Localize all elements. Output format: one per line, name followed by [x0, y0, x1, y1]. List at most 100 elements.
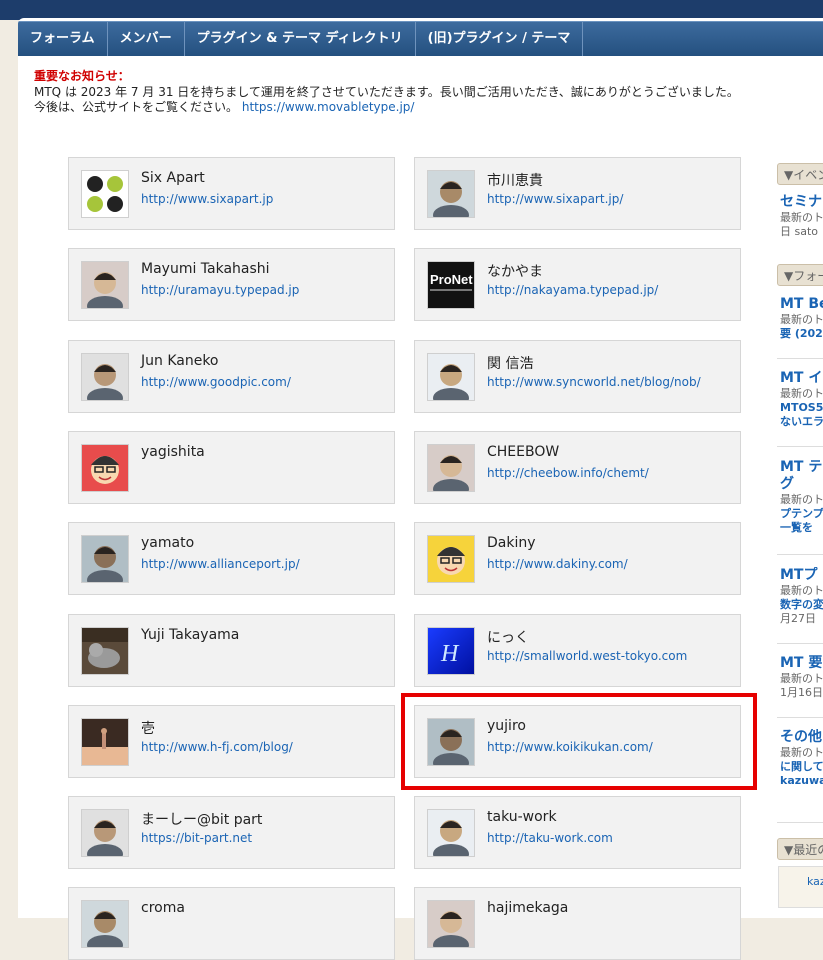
member-name[interactable]: Six Apart	[141, 170, 205, 186]
member-card: Six Apart http://www.sixapart.jp	[68, 157, 395, 230]
sidebar-post-title[interactable]: MT Be	[780, 296, 823, 313]
sidebar-post-link-2[interactable]: ないエラ	[780, 415, 823, 429]
sidebar-post-link[interactable]: プテンプ	[780, 507, 823, 521]
svg-text:ProNet: ProNet	[430, 272, 473, 287]
member-url[interactable]: http://www.koikikukan.com/	[487, 740, 653, 754]
member-card: 壱 http://www.h-fj.com/blog/	[68, 704, 395, 778]
portrait-icon[interactable]	[427, 352, 475, 401]
cartoon-avatar-icon[interactable]	[81, 443, 129, 492]
sidebar-event-title[interactable]: セミナ	[780, 194, 823, 211]
sidebar-post-title[interactable]: MT イ	[780, 370, 823, 387]
portrait-icon[interactable]	[81, 352, 129, 401]
member-name[interactable]: Yuji Takayama	[141, 627, 239, 643]
h-letter-icon[interactable]: H	[427, 626, 475, 675]
member-url[interactable]: http://www.sixapart.jp	[141, 192, 273, 206]
sidebar-post-title[interactable]: MTプ	[780, 567, 823, 584]
member-name[interactable]: にっく	[487, 627, 529, 647]
important-notice: 重要なお知らせ： MTQ は 2023 年 7 月 31 日を持ちまして運用を終…	[34, 69, 739, 116]
sidebar-post-link[interactable]: に関して	[780, 760, 823, 774]
member-url[interactable]: http://www.sixapart.jp/	[487, 192, 623, 206]
portrait-icon[interactable]	[427, 443, 475, 492]
sidebar-post-link-2[interactable]: kazuwa	[780, 774, 823, 788]
member-card: 関 信浩 http://www.syncworld.net/blog/nob/	[414, 339, 741, 413]
sidebar-post-link[interactable]: MTOS5	[780, 401, 823, 415]
sidebar-divider	[777, 643, 823, 644]
portrait-icon[interactable]	[81, 809, 129, 858]
member-card: Yuji Takayama	[68, 613, 395, 687]
sidebar-post-meta: 最新のト	[780, 584, 823, 597]
member-url[interactable]: http://smallworld.west-tokyo.com	[487, 649, 687, 663]
portrait-icon[interactable]	[81, 900, 129, 949]
portrait-icon[interactable]	[81, 535, 129, 584]
member-name[interactable]: 関 信浩	[487, 353, 533, 373]
sidebar-event: セミナ 最新のト 日 sato	[780, 194, 823, 239]
member-card: yagishita	[68, 430, 395, 504]
sidebar-forum-heading[interactable]: ▼フォーラム	[777, 264, 823, 286]
sidebar-post-link-2[interactable]: 一覧を	[780, 521, 823, 535]
sidebar-post: MT 要 最新のト 1月16日	[780, 655, 823, 700]
member-name[interactable]: yujiro	[487, 718, 526, 734]
sidebar-post-title[interactable]: MT 要	[780, 655, 823, 672]
member-url[interactable]: http://www.goodpic.com/	[141, 375, 291, 389]
member-card: H にっく http://smallworld.west-tokyo.com	[414, 613, 741, 687]
cartoon-avatar-icon[interactable]	[427, 535, 475, 584]
member-url[interactable]: http://www.syncworld.net/blog/nob/	[487, 375, 701, 389]
member-name[interactable]: yagishita	[141, 444, 205, 460]
sidebar-recent-heading[interactable]: ▼最近の	[777, 838, 823, 860]
sidebar-events-heading[interactable]: ▼イベント	[777, 163, 823, 185]
sidebar-post-date: 1月16日	[780, 686, 823, 699]
portrait-icon[interactable]	[427, 900, 475, 949]
member-name[interactable]: Mayumi Takahashi	[141, 261, 270, 277]
sidebar-post-title[interactable]: その他	[780, 729, 823, 746]
portrait-icon[interactable]	[427, 170, 475, 218]
member-url[interactable]: https://bit-part.net	[141, 831, 252, 845]
sidebar-post-link[interactable]: 要 (2022	[780, 327, 823, 341]
sidebar-post-link[interactable]: 数字の変	[780, 598, 823, 612]
sidebar-recent-link[interactable]: kaz	[779, 867, 823, 889]
member-name[interactable]: なかやま	[487, 261, 543, 281]
member-url[interactable]: http://nakayama.typepad.jp/	[487, 283, 658, 297]
sidebar-post: MTプ 最新のト 数字の変 月27日	[780, 567, 823, 626]
cat-photo-icon[interactable]	[81, 626, 129, 675]
member-card: ProNet なかやま http://nakayama.typepad.jp/	[414, 248, 741, 322]
portrait-icon[interactable]	[81, 261, 129, 310]
member-name[interactable]: まーしー@bit part	[141, 809, 262, 829]
member-name[interactable]: 市川恵貴	[487, 170, 543, 190]
member-card: Dakiny http://www.dakiny.com/	[414, 522, 741, 596]
member-name[interactable]: yamato	[141, 535, 194, 551]
member-card: yujiro http://www.koikikukan.com/	[414, 704, 741, 778]
member-name[interactable]: taku-work	[487, 809, 557, 825]
top-header-bar	[0, 0, 823, 20]
member-name[interactable]: hajimekaga	[487, 900, 568, 916]
six-apart-logo-icon[interactable]	[81, 170, 129, 218]
sidebar-post-meta: 最新のト	[780, 672, 823, 685]
member-url[interactable]: http://www.dakiny.com/	[487, 557, 628, 571]
member-url[interactable]: http://cheebow.info/chemt/	[487, 466, 649, 480]
member-name[interactable]: croma	[141, 900, 185, 916]
nav-old-plugin-theme[interactable]: (旧)プラグイン / テーマ	[416, 22, 584, 56]
sidebar-divider	[777, 446, 823, 447]
member-card: まーしー@bit part https://bit-part.net	[68, 796, 395, 870]
member-name[interactable]: Dakiny	[487, 535, 536, 551]
pronet-logo-icon[interactable]: ProNet	[427, 261, 475, 310]
sidebar-post-title[interactable]: MT テ	[780, 459, 823, 476]
member-card: Jun Kaneko http://www.goodpic.com/	[68, 339, 395, 413]
notice-link[interactable]: https://www.movabletype.jp/	[242, 100, 415, 114]
member-name[interactable]: 壱	[141, 718, 155, 738]
member-card: CHEEBOW http://cheebow.info/chemt/	[414, 430, 741, 504]
nav-forum[interactable]: フォーラム	[18, 22, 108, 56]
portrait-icon[interactable]	[427, 717, 475, 766]
member-name[interactable]: Jun Kaneko	[141, 353, 219, 369]
member-url[interactable]: http://www.h-fj.com/blog/	[141, 740, 293, 754]
scene-photo-icon[interactable]	[81, 717, 129, 766]
nav-members[interactable]: メンバー	[108, 22, 185, 56]
sidebar-event-meta-2: 日 sato	[780, 225, 819, 238]
nav-plugin-theme-directory[interactable]: プラグイン & テーマ ディレクトリ	[185, 22, 416, 56]
member-url[interactable]: http://uramayu.typepad.jp	[141, 283, 299, 297]
member-name[interactable]: CHEEBOW	[487, 444, 559, 460]
member-url[interactable]: http://www.allianceport.jp/	[141, 557, 300, 571]
member-url[interactable]: http://taku-work.com	[487, 831, 613, 845]
sidebar-post-title-2[interactable]: グ	[780, 476, 823, 493]
portrait-icon[interactable]	[427, 809, 475, 858]
notice-line-1: MTQ は 2023 年 7 月 31 日を持ちまして運用を終了させていただきま…	[34, 84, 739, 99]
